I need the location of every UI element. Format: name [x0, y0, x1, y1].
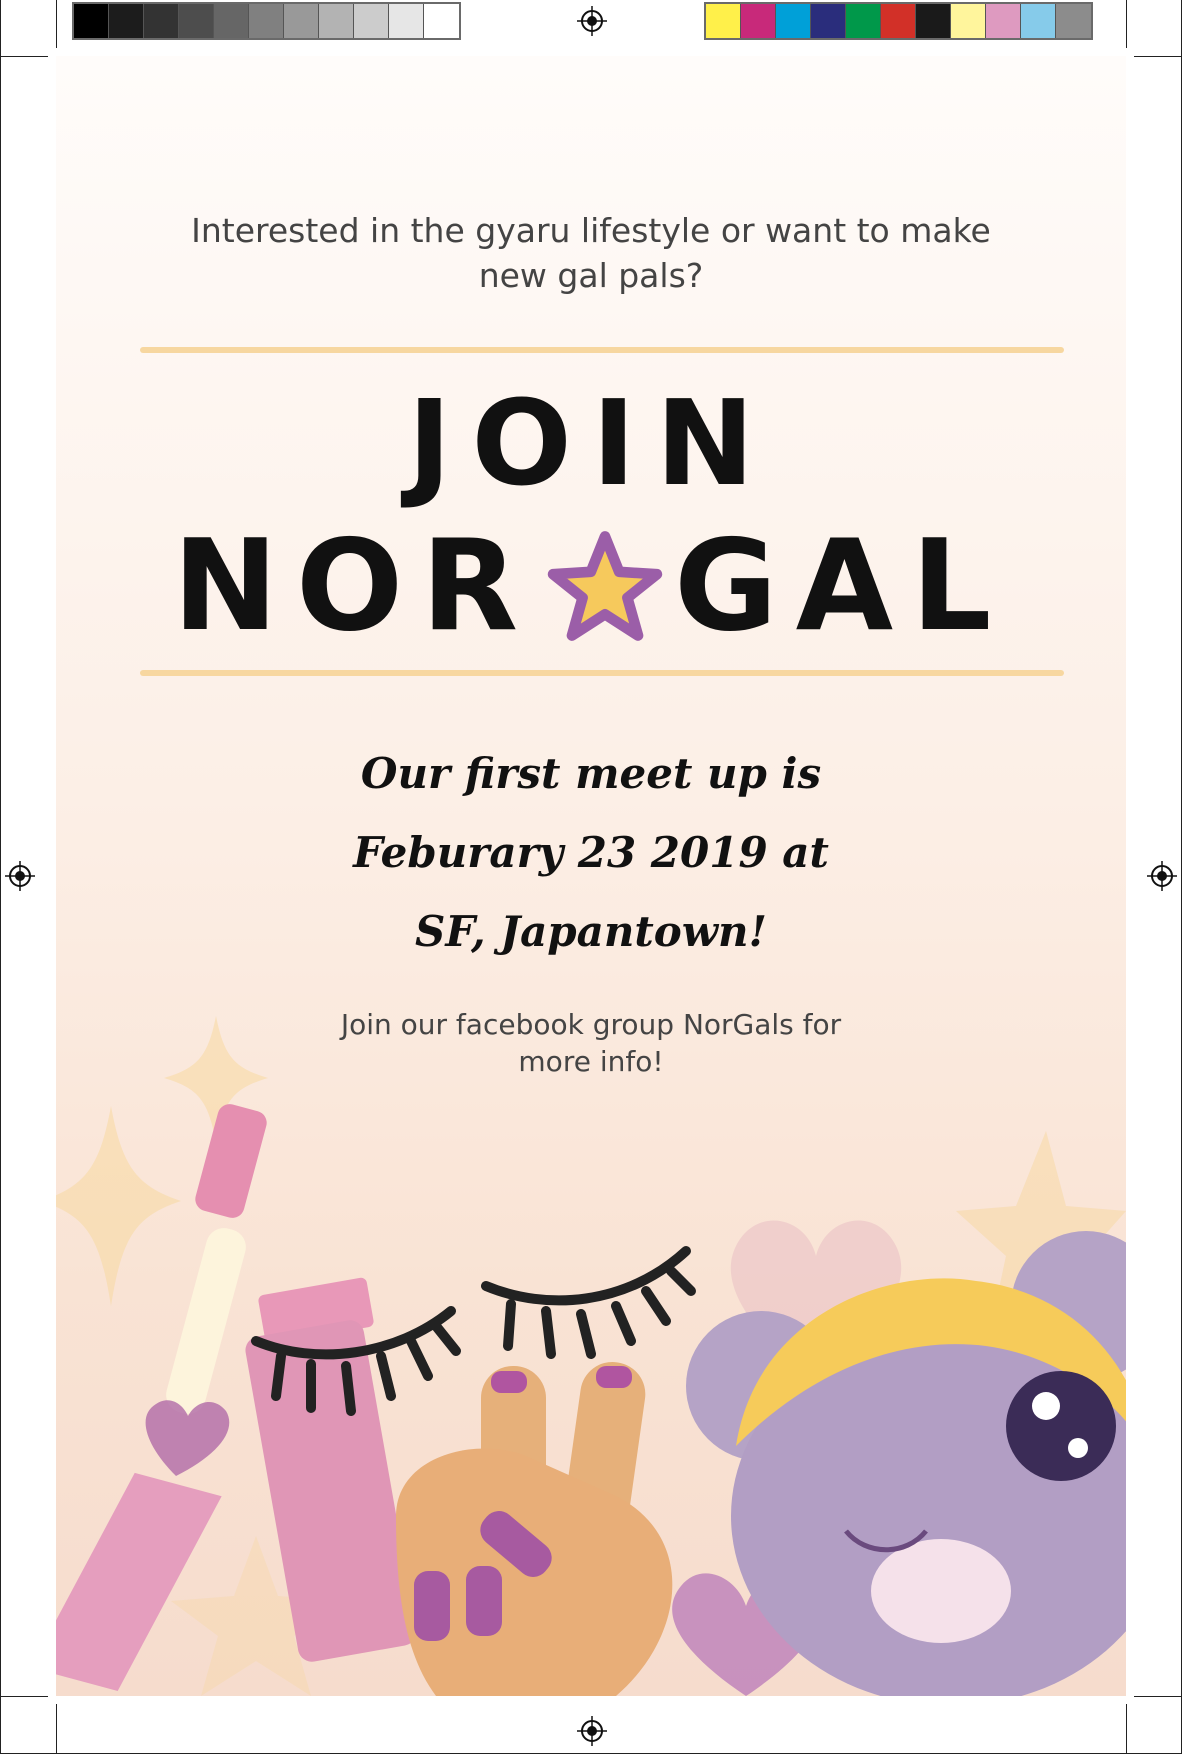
color-swatch	[249, 4, 284, 38]
crop-mark	[56, 0, 57, 48]
intro-text: Interested in the gyaru lifestyle or wan…	[191, 211, 991, 295]
registration-mark-left	[5, 861, 35, 891]
grayscale-color-bar	[72, 2, 461, 40]
details-line: Feburary 23 2019 at	[353, 828, 829, 877]
color-swatch	[916, 4, 951, 38]
divider-bottom	[140, 670, 1064, 676]
registration-mark-top	[577, 6, 607, 36]
star-icon	[547, 531, 663, 641]
details-line: SF, Japantown!	[415, 907, 767, 956]
color-swatch	[986, 4, 1021, 38]
color-swatch	[846, 4, 881, 38]
color-swatch	[354, 4, 389, 38]
color-swatch	[144, 4, 179, 38]
sparkle-icon	[56, 1106, 181, 1306]
registration-mark-right	[1147, 861, 1177, 891]
crop-mark	[1126, 0, 1127, 48]
facebook-info-text: Join our facebook group NorGals for more…	[340, 1008, 842, 1078]
color-swatch	[214, 4, 249, 38]
color-swatch	[1056, 4, 1091, 38]
color-swatch	[179, 4, 214, 38]
title-join: JOIN	[407, 374, 775, 512]
color-swatch	[284, 4, 319, 38]
color-swatch	[881, 4, 916, 38]
color-swatch	[74, 4, 109, 38]
details-line: Our first meet up is	[360, 749, 822, 798]
color-swatch	[706, 4, 741, 38]
crop-mark	[0, 1696, 48, 1697]
meetup-details: Our first meet up is Feburary 23 2019 at…	[206, 734, 976, 971]
crop-mark	[1126, 1704, 1127, 1754]
color-swatch	[424, 4, 459, 38]
color-swatch	[741, 4, 776, 38]
process-color-bar	[704, 2, 1093, 40]
color-swatch	[389, 4, 424, 38]
color-swatch	[776, 4, 811, 38]
crop-mark	[56, 1704, 57, 1754]
title-nor: NOR	[172, 512, 537, 659]
crop-mark	[0, 56, 48, 57]
title-gal: GAL	[674, 512, 1010, 659]
divider-top	[140, 347, 1064, 353]
title-norgal: NOR GAL	[56, 516, 1126, 656]
sheet-edge	[0, 0, 1, 1754]
color-swatch	[1021, 4, 1056, 38]
color-swatch	[951, 4, 986, 38]
crop-mark	[1134, 1696, 1182, 1697]
color-swatch	[811, 4, 846, 38]
registration-mark-bottom	[577, 1716, 607, 1746]
crop-mark	[1134, 56, 1182, 57]
color-swatch	[109, 4, 144, 38]
poster: Interested in the gyaru lifestyle or wan…	[56, 56, 1126, 1696]
peace-sign-hand-icon	[396, 1362, 673, 1696]
color-swatch	[319, 4, 354, 38]
